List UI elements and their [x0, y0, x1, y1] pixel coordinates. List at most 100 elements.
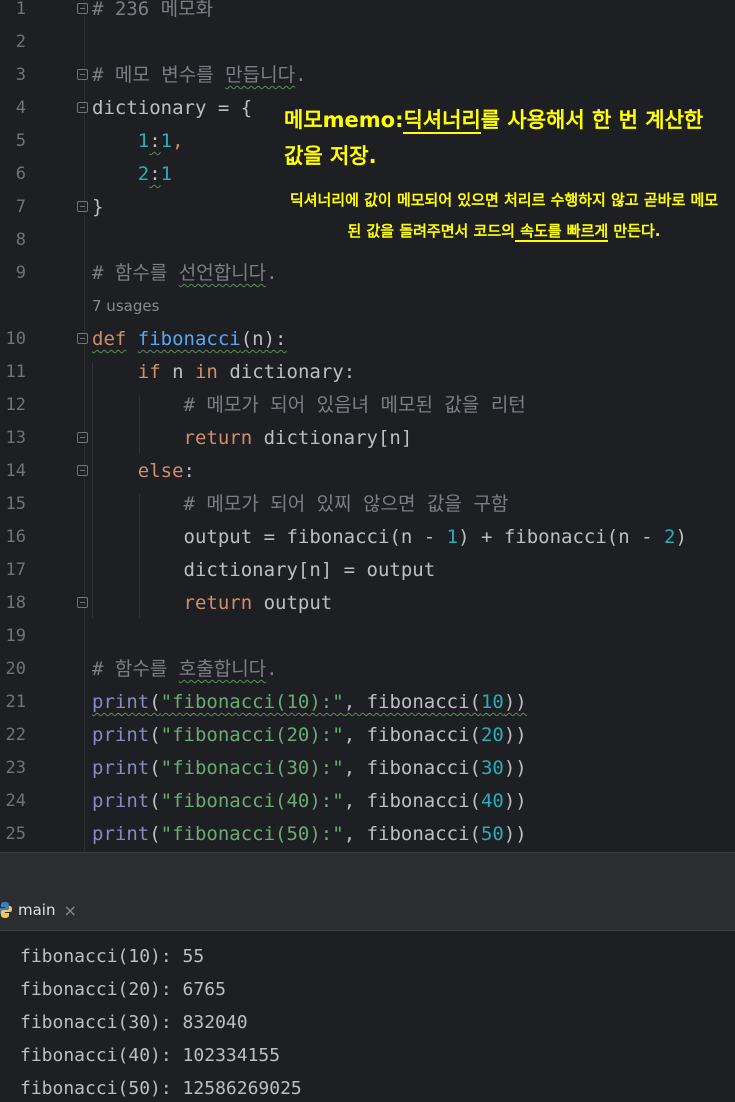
code-line[interactable]: 17 dictionary[n] = output — [0, 554, 735, 587]
code-text: dictionary[n] = output — [92, 554, 436, 587]
line-number: 5 — [15, 131, 26, 151]
run-tab-main[interactable]: main × — [0, 890, 77, 930]
code-text: print("fibonacci(10):", fibonacci(10)) — [92, 686, 527, 719]
usages-hint[interactable]: 7 usages — [92, 290, 159, 323]
line-number: 24 — [5, 791, 26, 811]
code-token: # 메모가 되어 있음녀 메모된 값을 리턴 — [183, 394, 526, 416]
code-line[interactable]: 10 def fibonacci(n): — [0, 323, 735, 356]
fold-marker-icon[interactable] — [77, 201, 88, 212]
code-line[interactable]: 25 print("fibonacci(50):", fibonacci(50)) — [0, 818, 735, 851]
close-icon[interactable]: × — [63, 901, 76, 920]
tool-window-strip — [0, 852, 735, 891]
code-token: "fibonacci(20):" — [160, 724, 344, 746]
code-token: : — [149, 130, 161, 152]
code-text: 2:1 — [92, 158, 172, 191]
fold-marker-icon[interactable] — [77, 69, 88, 80]
code-line[interactable]: 11 if n in dictionary: — [0, 356, 735, 389]
code-line[interactable]: 15 # 메모가 되어 있찌 않으면 값을 구함 — [0, 488, 735, 521]
line-number: 1 — [15, 0, 26, 19]
annotation-body-end: 만든다. — [608, 222, 661, 240]
console-output-line: fibonacci(10): 55 — [20, 946, 205, 967]
code-line[interactable]: 16 output = fibonacci(n - 1) + fibonacci… — [0, 521, 735, 554]
code-token: fibonacci — [137, 328, 241, 350]
fold-marker-icon[interactable] — [77, 102, 88, 113]
line-number: 16 — [5, 527, 26, 547]
code-token: 1 — [160, 130, 173, 152]
code-line[interactable]: 14 else: — [0, 455, 735, 488]
line-number: 18 — [5, 593, 26, 613]
code-editor[interactable]: 1 # 236 메모화 2 3 # 메모 변수를 만듭니다. 4 dictionary = … — [0, 0, 735, 852]
line-number: 9 — [15, 263, 26, 283]
code-token: (n): — [240, 328, 287, 350]
code-text: if n in dictionary: — [92, 356, 355, 389]
code-token: dictionary[n] = output — [183, 559, 436, 581]
code-line[interactable]: 1 # 236 메모화 — [0, 0, 735, 26]
code-token: return — [183, 592, 253, 614]
code-token: dictionary — [92, 97, 207, 119]
code-line[interactable]: 20 # 함수를 호출합니다. — [0, 653, 735, 686]
code-token: def — [92, 328, 127, 350]
code-line[interactable]: 23 print("fibonacci(30):", fibonacci(30)) — [0, 752, 735, 785]
line-number: 3 — [15, 65, 26, 85]
line-number: 11 — [5, 362, 26, 382]
code-token: 2 — [663, 526, 676, 548]
code-line[interactable]: 24 print("fibonacci(40):", fibonacci(40)) — [0, 785, 735, 818]
line-number: 13 — [5, 428, 26, 448]
line-number: 19 — [5, 626, 26, 646]
code-text: def fibonacci(n): — [92, 323, 287, 356]
code-token: "fibonacci(40):" — [160, 790, 344, 812]
code-line[interactable]: 2 — [0, 26, 735, 59]
line-number: 22 — [5, 725, 26, 745]
fold-marker-icon[interactable] — [77, 465, 88, 476]
annotation-title-memo: 메모memo: — [284, 108, 404, 132]
line-number: 6 — [15, 164, 26, 184]
code-token: dictionary: — [217, 361, 356, 383]
code-line[interactable]: 13 return dictionary[n] — [0, 422, 735, 455]
code-token: , fibonacci( — [343, 823, 481, 845]
code-line[interactable]: 22 print("fibonacci(20):", fibonacci(20)) — [0, 719, 735, 752]
code-token: # 236 메모화 — [92, 0, 214, 20]
code-line[interactable]: 3 # 메모 변수를 만듭니다. — [0, 59, 735, 92]
code-token: , fibonacci( — [343, 691, 481, 713]
code-token: dictionary[n] — [252, 427, 413, 449]
fold-marker-icon[interactable] — [77, 597, 88, 608]
code-token: 1 — [446, 526, 459, 548]
code-token: , fibonacci( — [343, 724, 481, 746]
fold-marker-icon[interactable] — [77, 3, 88, 14]
code-token: 40 — [480, 790, 504, 812]
code-token: . — [266, 262, 278, 284]
fold-marker-icon[interactable] — [77, 333, 88, 344]
code-token: , fibonacci( — [343, 757, 481, 779]
code-line[interactable]: 9 # 함수를 선언합니다. — [0, 257, 735, 290]
code-text: return dictionary[n] — [92, 422, 413, 455]
code-text: print("fibonacci(40):", fibonacci(40)) — [92, 785, 527, 818]
code-line[interactable]: 12 # 메모가 되어 있음녀 메모된 값을 리턴 — [0, 389, 735, 422]
code-token: # 함수를 — [92, 262, 179, 284]
run-tool-window-header: main × — [0, 890, 735, 931]
code-token: n — [160, 361, 195, 383]
code-line[interactable]: 19 — [0, 620, 735, 653]
code-line[interactable]: 21 print("fibonacci(10):", fibonacci(10)) — [0, 686, 735, 719]
indent-guide — [139, 396, 140, 453]
code-line[interactable]: 18 return output — [0, 587, 735, 620]
code-text: # 메모가 되어 있찌 않으면 값을 구함 — [92, 488, 509, 521]
code-text: # 함수를 호출합니다. — [92, 653, 278, 686]
code-token: if — [137, 361, 161, 383]
code-token: ( — [149, 691, 161, 713]
run-console[interactable]: fibonacci(10): 55 fibonacci(20): 6765 fi… — [0, 931, 735, 1102]
code-text: # 236 메모화 — [92, 0, 213, 26]
python-icon — [0, 902, 12, 918]
code-text: 1:1, — [92, 125, 184, 158]
code-token: print — [92, 757, 150, 779]
code-text: print("fibonacci(20):", fibonacci(20)) — [92, 719, 527, 752]
line-number: 14 — [5, 461, 26, 481]
code-token: ( — [149, 790, 161, 812]
fold-marker-icon[interactable] — [77, 432, 88, 443]
code-token: 50 — [480, 823, 504, 845]
indent-guide — [92, 363, 93, 618]
